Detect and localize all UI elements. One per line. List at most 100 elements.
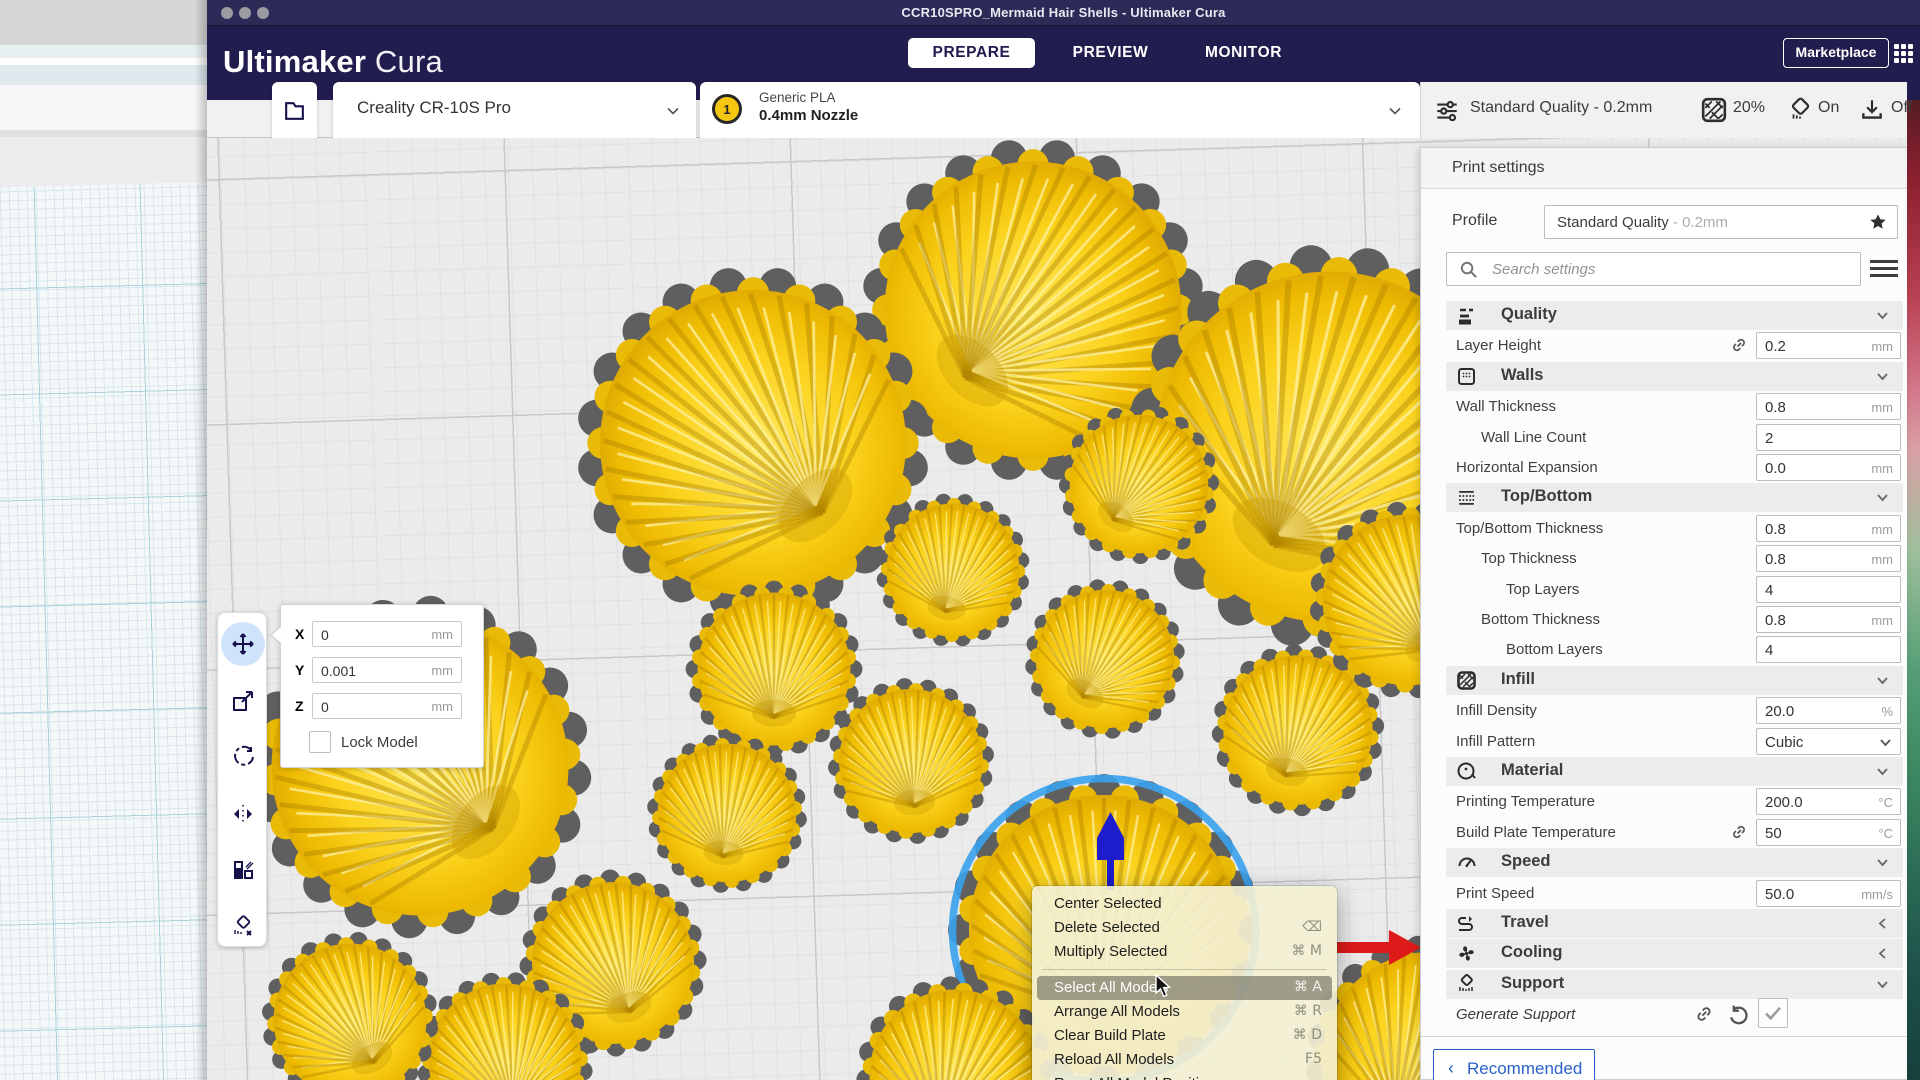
setting-horizontal-expansion: Horizontal Expansion0.0mm: [1421, 453, 1907, 483]
rotate-tool-button[interactable]: [221, 735, 265, 779]
chevron-down-icon: [1879, 736, 1892, 749]
setting-infill-density: Infill Density20.0%: [1421, 696, 1907, 726]
value-field[interactable]: 4: [1756, 576, 1901, 603]
adhesion-icon: [1859, 97, 1885, 123]
printer-selector[interactable]: Creality CR-10S Pro: [333, 82, 696, 138]
setting-printing-temperature: Printing Temperature200.0°C: [1421, 787, 1907, 817]
y-unit: mm: [431, 663, 453, 678]
move-tool-button[interactable]: [221, 622, 265, 666]
value-field[interactable]: 0.8mm: [1756, 393, 1901, 420]
recommended-mode-button[interactable]: ‹ Recommended: [1433, 1049, 1595, 1080]
x-axis-label: X: [295, 626, 304, 642]
section-quality[interactable]: Quality: [1421, 301, 1907, 331]
context-menu: Center SelectedDelete Selected⌫Multiply …: [1032, 886, 1337, 1080]
cooling-icon: [1456, 943, 1477, 964]
section-speed[interactable]: Speed: [1421, 848, 1907, 878]
panel-divider: [1421, 1036, 1907, 1037]
topbottom-icon: [1456, 487, 1477, 508]
lock-model-label: Lock Model: [341, 734, 418, 751]
setting-top-thickness: Top Thickness0.8mm: [1421, 544, 1907, 574]
print-setup-summary[interactable]: Standard Quality - 0.2mm 20% On Off: [1420, 82, 1907, 138]
value-field[interactable]: 4: [1756, 636, 1901, 663]
y-input[interactable]: 0.001 mm: [312, 657, 462, 683]
lock-model-row: Lock Model: [281, 729, 483, 755]
setting-infill-pattern: Infill PatternCubic: [1421, 727, 1907, 757]
reset-icon[interactable]: [1726, 1003, 1748, 1025]
value-field[interactable]: 200.0°C: [1756, 788, 1901, 815]
section-material[interactable]: Material: [1421, 757, 1907, 787]
extruder-badge: 1: [712, 94, 742, 124]
open-file-button[interactable]: [272, 82, 317, 138]
menu-item-multiply-selected[interactable]: Multiply Selected⌘ M: [1032, 940, 1337, 964]
value-field[interactable]: 0.8mm: [1756, 606, 1901, 633]
quality-icon: [1456, 305, 1477, 326]
recommended-label: Recommended: [1467, 1059, 1582, 1079]
stage-tab-monitor[interactable]: MONITOR: [1192, 38, 1295, 68]
section-top-bottom[interactable]: Top/Bottom: [1421, 483, 1907, 513]
menu-item-select-all-models[interactable]: Select All Models⌘ A: [1037, 976, 1332, 1000]
x-input[interactable]: 0 mm: [312, 621, 462, 647]
app-logo: Ultimaker Cura: [223, 44, 443, 80]
adhesion-state: Off: [1891, 99, 1912, 117]
value-field[interactable]: Cubic: [1756, 728, 1901, 755]
z-input[interactable]: 0 mm: [312, 693, 462, 719]
support-blocker-button[interactable]: [221, 905, 265, 949]
menu-item-reset-all-model-positions[interactable]: Reset All Model Positions: [1032, 1072, 1337, 1080]
support-icon: [1787, 97, 1813, 123]
menu-item-clear-build-plate[interactable]: Clear Build Plate⌘ D: [1032, 1024, 1337, 1048]
chevron-down-icon: [1876, 491, 1889, 504]
material-icon: [1456, 761, 1477, 782]
z-value: 0: [321, 699, 329, 715]
scale-tool-button[interactable]: [221, 679, 265, 723]
generate-support-checkbox[interactable]: [1758, 998, 1788, 1028]
settings-rows: QualityLayer Height0.2mmWallsWall Thickn…: [1421, 148, 1907, 1079]
material-selector[interactable]: 1 Generic PLA 0.4mm Nozzle: [700, 82, 1420, 138]
chevron-down-icon: [1876, 674, 1889, 687]
stage-tab-prepare[interactable]: PREPARE: [908, 38, 1035, 68]
move-icon: [231, 632, 255, 656]
menu-item-arrange-all-models[interactable]: Arrange All Models⌘ R: [1032, 1000, 1337, 1024]
model-toolbar: [217, 612, 267, 947]
lock-model-checkbox[interactable]: [309, 731, 331, 753]
section-cooling[interactable]: Cooling: [1421, 939, 1907, 969]
menu-item-reload-all-models[interactable]: Reload All ModelsF5: [1032, 1048, 1337, 1072]
marketplace-button[interactable]: Marketplace: [1783, 38, 1889, 68]
value-field[interactable]: 2: [1756, 424, 1901, 451]
link-icon: [1729, 335, 1749, 355]
section-travel[interactable]: Travel: [1421, 909, 1907, 939]
link-icon: [1729, 822, 1749, 842]
value-field[interactable]: 0.2mm: [1756, 332, 1901, 359]
menu-item-delete-selected[interactable]: Delete Selected⌫: [1032, 916, 1337, 940]
chevron-down-icon: [1388, 104, 1402, 118]
value-field[interactable]: 50°C: [1756, 819, 1901, 846]
applications-grid-icon[interactable]: [1894, 44, 1913, 63]
mirror-tool-button[interactable]: [221, 792, 265, 836]
setting-print-speed: Print Speed50.0mm/s: [1421, 879, 1907, 909]
travel-icon: [1456, 913, 1477, 934]
model-shell[interactable]: [640, 726, 814, 900]
setting-top-layers: Top Layers4: [1421, 575, 1907, 605]
section-infill[interactable]: Infill: [1421, 666, 1907, 696]
chevron-down-icon: [1876, 765, 1889, 778]
x-unit: mm: [431, 627, 453, 642]
section-support[interactable]: Support: [1421, 970, 1907, 1000]
link-icon[interactable]: [1693, 1003, 1715, 1025]
menu-item-center-selected[interactable]: Center Selected: [1032, 892, 1337, 916]
value-field[interactable]: 20.0%: [1756, 697, 1901, 724]
setting-generate-support: Generate Support: [1421, 1000, 1907, 1030]
z-unit: mm: [431, 699, 453, 714]
section-walls[interactable]: Walls: [1421, 362, 1907, 392]
setting-wall-thickness: Wall Thickness0.8mm: [1421, 392, 1907, 422]
rotate-icon: [231, 745, 255, 769]
value-field[interactable]: 0.8mm: [1756, 545, 1901, 572]
stage-tab-preview[interactable]: PREVIEW: [1059, 38, 1162, 68]
value-field[interactable]: 50.0mm/s: [1756, 880, 1901, 907]
chevron-down-icon: [1876, 856, 1889, 869]
logo-bold: Ultimaker: [223, 44, 366, 79]
setting-bottom-layers: Bottom Layers4: [1421, 635, 1907, 665]
value-field[interactable]: 0.0mm: [1756, 454, 1901, 481]
per-model-settings-button[interactable]: [221, 848, 265, 892]
sliders-icon: [1434, 97, 1460, 123]
value-field[interactable]: 0.8mm: [1756, 515, 1901, 542]
nozzle-size: 0.4mm Nozzle: [759, 107, 858, 124]
